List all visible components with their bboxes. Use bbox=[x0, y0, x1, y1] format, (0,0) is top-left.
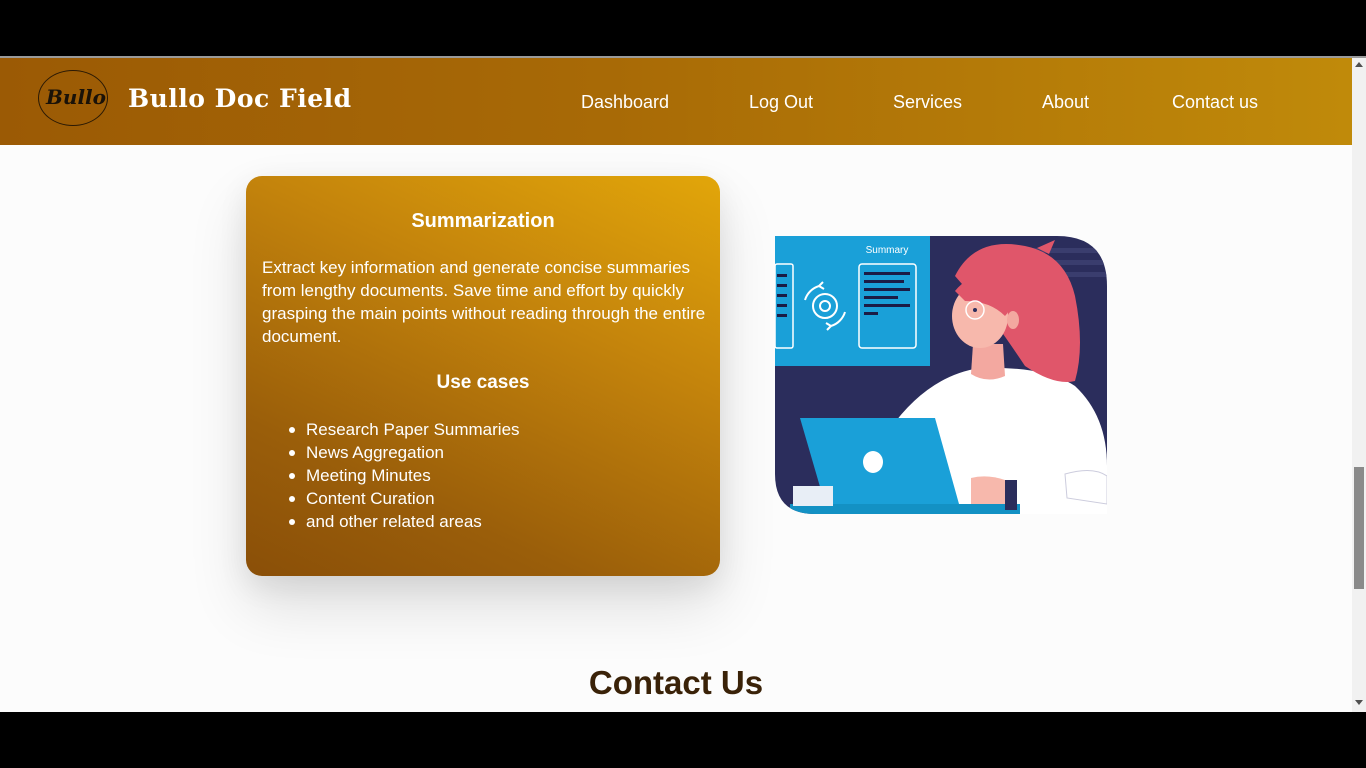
screen-top-bar bbox=[0, 0, 1366, 56]
list-item: News Aggregation bbox=[289, 441, 520, 464]
navbar: Bullo Bullo Doc Field Dashboard Log Out … bbox=[0, 58, 1352, 145]
nav-about[interactable]: About bbox=[1042, 92, 1089, 113]
list-item: Meeting Minutes bbox=[289, 464, 520, 487]
browser-viewport: Bullo Bullo Doc Field Dashboard Log Out … bbox=[0, 56, 1366, 712]
list-item: Content Curation bbox=[289, 487, 520, 510]
use-cases-title: Use cases bbox=[436, 372, 530, 393]
summarization-card: Summarization Extract key information an… bbox=[246, 176, 720, 576]
card-description: Extract key information and generate con… bbox=[262, 258, 706, 346]
nav-dashboard[interactable]: Dashboard bbox=[581, 92, 669, 113]
scrollbar[interactable] bbox=[1352, 58, 1366, 712]
list-item: Research Paper Summaries bbox=[289, 420, 520, 439]
list-item: and other related areas bbox=[289, 510, 520, 533]
scrollbar-thumb[interactable] bbox=[1354, 467, 1364, 589]
scroll-up-arrow-icon[interactable] bbox=[1355, 62, 1363, 67]
nav-services[interactable]: Services bbox=[893, 92, 962, 113]
logo-text: Bullo bbox=[46, 85, 106, 109]
scroll-down-arrow-icon[interactable] bbox=[1355, 700, 1363, 705]
brand-name[interactable]: Bullo Doc Field bbox=[128, 84, 352, 113]
summary-label: Summary bbox=[866, 245, 909, 256]
use-cases-list: Research Paper Summaries News Aggregatio… bbox=[289, 418, 520, 533]
screen-bottom-bar bbox=[0, 712, 1366, 768]
logo[interactable]: Bullo bbox=[38, 70, 108, 126]
nav-contact[interactable]: Contact us bbox=[1172, 92, 1258, 113]
nav-logout[interactable]: Log Out bbox=[749, 92, 813, 113]
card-title: Summarization bbox=[411, 210, 555, 232]
summarization-illustration: Summary bbox=[775, 236, 1107, 514]
contact-title: Contact Us bbox=[588, 664, 764, 701]
